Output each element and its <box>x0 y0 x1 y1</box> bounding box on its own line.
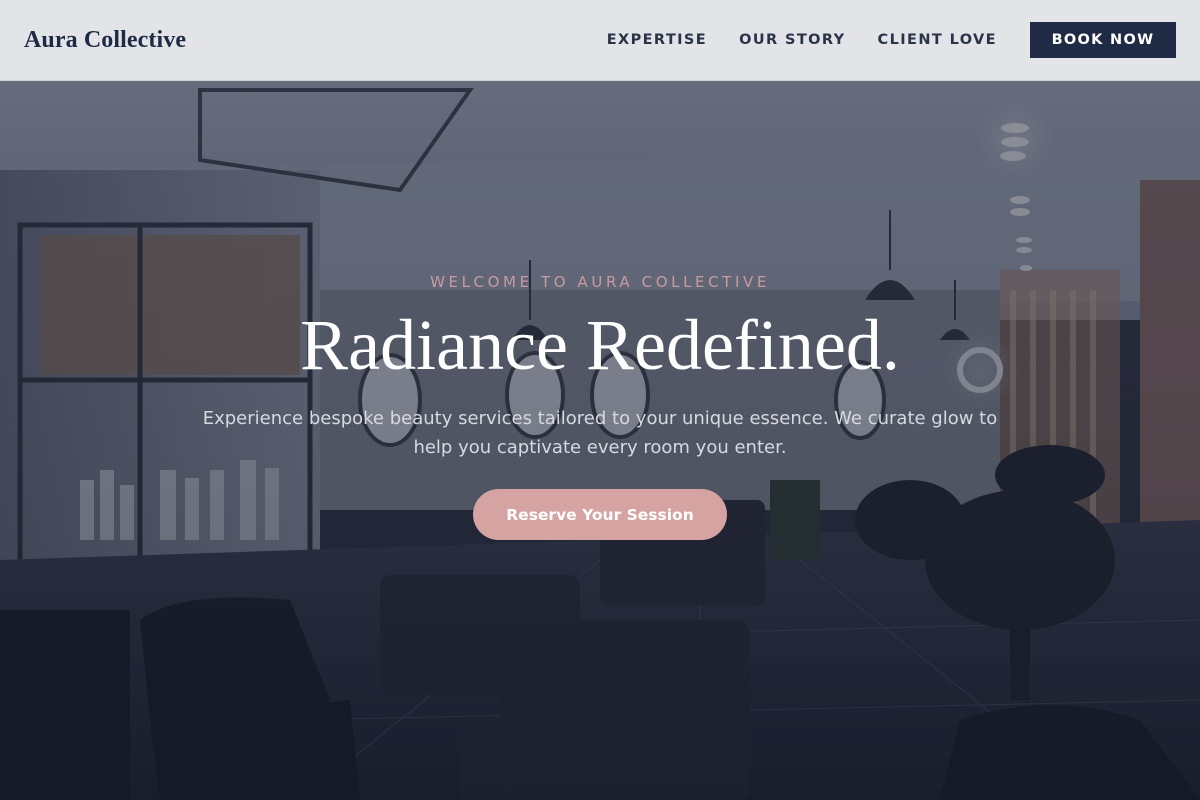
hero-subtext: Experience bespoke beauty services tailo… <box>202 408 998 458</box>
hero-eyebrow: WELCOME TO AURA COLLECTIVE <box>430 273 770 291</box>
hero-section: WELCOME TO AURA COLLECTIVE Radiance Rede… <box>0 0 1200 800</box>
hero-headline: Radiance Redefined. <box>300 305 900 385</box>
reserve-session-button[interactable]: Reserve Your Session <box>473 489 727 540</box>
